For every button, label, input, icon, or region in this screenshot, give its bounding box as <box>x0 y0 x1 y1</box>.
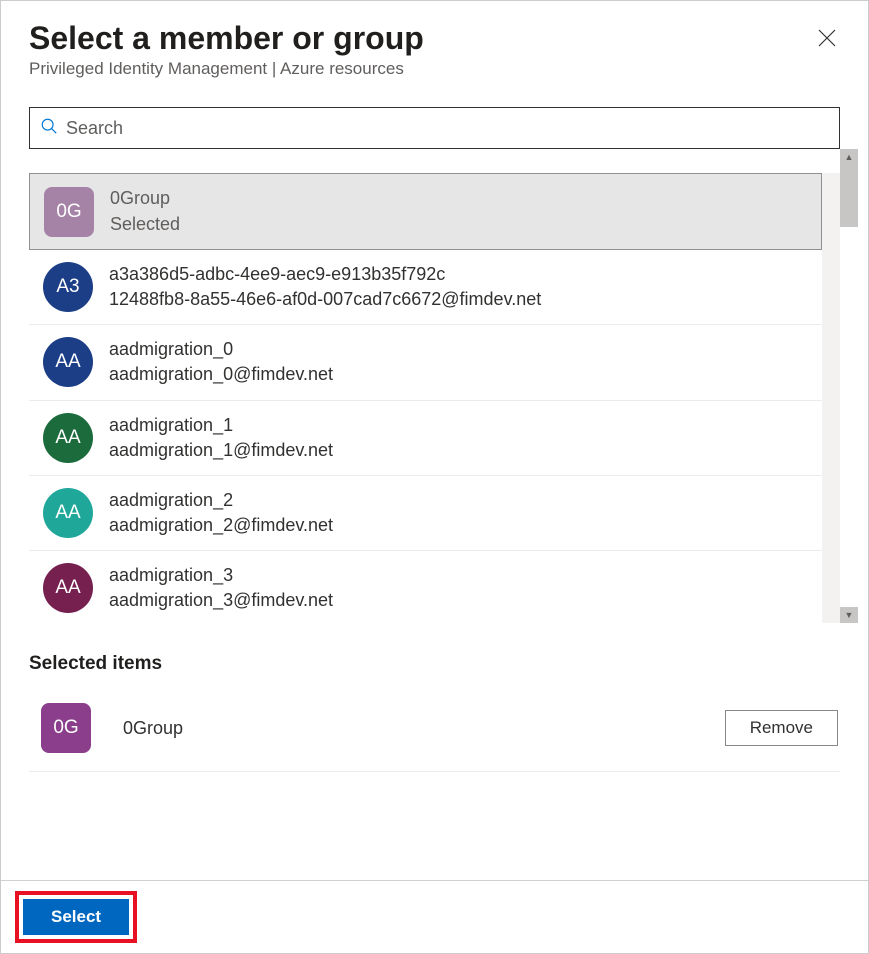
member-text: aadmigration_2aadmigration_2@fimdev.net <box>109 488 808 538</box>
member-list-item[interactable]: AA aadmigration_1aadmigration_1@fimdev.ne… <box>29 401 822 476</box>
member-name: 0Group <box>110 186 807 211</box>
select-button[interactable]: Select <box>23 899 129 935</box>
member-text: aadmigration_3aadmigration_3@fimdev.net <box>109 563 808 613</box>
member-text: aadmigration_1aadmigration_1@fimdev.net <box>109 413 808 463</box>
member-subtitle: aadmigration_2@fimdev.net <box>109 513 808 538</box>
selected-item: 0G 0GroupRemove <box>29 693 840 772</box>
panel-content: 0G0GroupSelectedA3a3a386d5-adbc-4ee9-aec… <box>1 87 868 880</box>
member-list-item[interactable]: 0G 0GroupSelected <box>29 173 822 249</box>
header-text: Select a member or group Privileged Iden… <box>29 19 814 79</box>
member-name: a3a386d5-adbc-4ee9-aec9-e913b35f792c <box>109 262 808 287</box>
panel-title: Select a member or group <box>29 19 814 57</box>
scroll-down-arrow[interactable]: ▼ <box>840 607 858 623</box>
panel-subtitle: Privileged Identity Management | Azure r… <box>29 59 814 79</box>
member-list-item[interactable]: A3 a3a386d5-adbc-4ee9-aec9-e913b35f792c12… <box>29 250 822 325</box>
member-list-item[interactable]: AA aadmigration_2aadmigration_2@fimdev.ne… <box>29 476 822 551</box>
avatar: AA <box>43 413 93 463</box>
avatar: AA <box>43 563 93 613</box>
member-subtitle: 12488fb8-8a55-46e6-af0d-007cad7c6672@fim… <box>109 287 808 312</box>
selected-items-heading: Selected items <box>29 653 840 675</box>
search-icon <box>40 117 58 140</box>
selected-items-list: 0G 0GroupRemove <box>29 693 840 772</box>
avatar: 0G <box>41 703 91 753</box>
search-input[interactable] <box>66 118 829 139</box>
member-subtitle: aadmigration_3@fimdev.net <box>109 588 808 613</box>
member-name: aadmigration_2 <box>109 488 808 513</box>
panel-header: Select a member or group Privileged Iden… <box>1 1 868 87</box>
scroll-up-arrow[interactable]: ▲ <box>840 149 858 165</box>
member-name: aadmigration_1 <box>109 413 808 438</box>
member-name: aadmigration_0 <box>109 337 808 362</box>
panel-footer: Select <box>1 880 868 953</box>
selected-items-section: Selected items 0G 0GroupRemove <box>29 653 840 772</box>
search-box[interactable] <box>29 107 840 149</box>
avatar: A3 <box>43 262 93 312</box>
close-icon[interactable] <box>814 25 840 55</box>
member-name: aadmigration_3 <box>109 563 808 588</box>
member-text: a3a386d5-adbc-4ee9-aec9-e913b35f792c1248… <box>109 262 808 312</box>
member-subtitle: aadmigration_0@fimdev.net <box>109 362 808 387</box>
member-list-item[interactable]: AA aadmigration_0aadmigration_0@fimdev.ne… <box>29 325 822 400</box>
avatar: AA <box>43 488 93 538</box>
avatar: 0G <box>44 187 94 237</box>
remove-button[interactable]: Remove <box>725 710 838 746</box>
member-list[interactable]: 0G 0GroupSelected A3 a3a386d5-adbc-4ee9-aec… <box>29 173 840 623</box>
member-text: 0GroupSelected <box>110 186 807 236</box>
member-subtitle: Selected <box>110 212 807 237</box>
member-list-wrap: 0G 0GroupSelected A3 a3a386d5-adbc-4ee9-aec… <box>29 149 840 623</box>
member-list-item[interactable]: AA aadmigration_3aadmigration_3@fimdev.ne… <box>29 551 822 623</box>
member-text: aadmigration_0aadmigration_0@fimdev.net <box>109 337 808 387</box>
selected-item-name: 0Group <box>123 718 725 739</box>
avatar: AA <box>43 337 93 387</box>
scroll-thumb[interactable] <box>840 165 858 227</box>
member-subtitle: aadmigration_1@fimdev.net <box>109 438 808 463</box>
